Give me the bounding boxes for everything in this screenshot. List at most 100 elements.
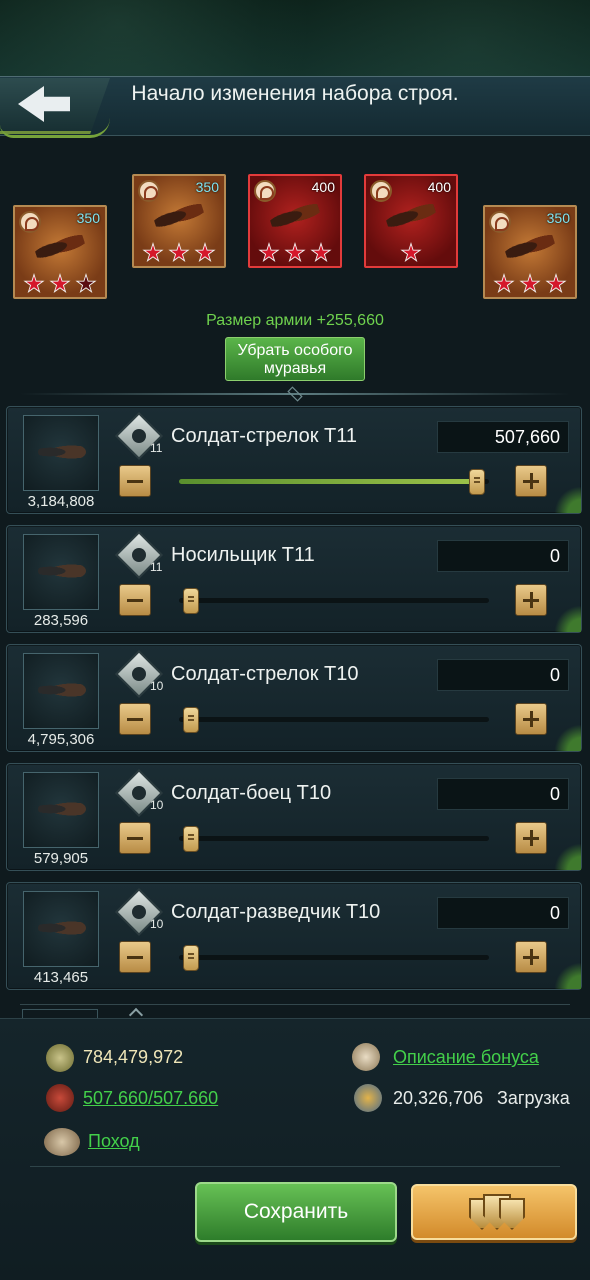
special-ant-card-5[interactable]: 350 <box>483 205 577 299</box>
quantity-slider[interactable] <box>179 707 489 733</box>
formation-button[interactable] <box>411 1184 577 1240</box>
star-icon <box>194 242 216 263</box>
star-icon <box>284 242 306 263</box>
quantity-input[interactable]: 0 <box>437 540 569 572</box>
ant-type-badge-icon <box>370 180 392 202</box>
army-size-label: Размер армии +255,660 <box>206 312 384 329</box>
special-ant-level: 400 <box>427 179 451 195</box>
star-icon <box>545 273 567 294</box>
special-ant-card-2[interactable]: 350 <box>132 174 226 268</box>
star-rating <box>15 273 105 295</box>
bonus-description-link[interactable]: Описание бонуса <box>393 1047 539 1068</box>
star-rating <box>366 242 456 264</box>
ant-type-badge-icon <box>489 211 511 233</box>
power-value: 784,479,972 <box>83 1047 184 1067</box>
load-bug-icon <box>354 1084 382 1112</box>
special-ant-level: 350 <box>195 179 219 195</box>
troop-owned-count: 4,795,306 <box>27 731 95 748</box>
march-link[interactable]: Поход <box>88 1131 140 1152</box>
quantity-input[interactable]: 0 <box>437 659 569 691</box>
increase-button[interactable] <box>515 822 547 854</box>
star-icon <box>519 273 541 294</box>
troop-row: 579,905 10 Солдат-боец T10 0 <box>6 763 582 871</box>
remove-special-ant-button[interactable]: Убрать особого муравья <box>225 337 365 381</box>
star-rating <box>134 242 224 264</box>
slider-thumb[interactable] <box>183 826 199 852</box>
troop-name: Солдат-разведчик T10 <box>171 901 381 923</box>
ant-icon <box>46 1084 74 1112</box>
shield-icon <box>499 1198 525 1230</box>
troop-tier: 11 <box>150 560 163 574</box>
troop-owned-count: 413,465 <box>33 969 89 986</box>
slider-fill <box>179 479 477 484</box>
crossed-swords-icon <box>46 1044 74 1072</box>
star-rating <box>485 273 575 295</box>
troop-row: 3,184,808 11 Солдат-стрелок T11 507,660 <box>6 406 582 514</box>
increase-button[interactable] <box>515 465 547 497</box>
vine-decoration <box>0 118 110 138</box>
special-ant-level: 350 <box>546 210 570 226</box>
troop-tier: 10 <box>150 679 164 693</box>
star-icon <box>23 273 45 294</box>
troop-tier: 11 <box>150 441 163 455</box>
divider <box>30 1166 560 1167</box>
divider-ornament-icon <box>287 386 303 402</box>
star-icon <box>49 273 71 294</box>
troop-row: 413,465 10 Солдат-разведчик T10 0 <box>6 882 582 990</box>
troops-count-link[interactable]: 507.660/507.660 <box>83 1088 218 1109</box>
decrease-button[interactable] <box>119 584 151 616</box>
decrease-button[interactable] <box>119 822 151 854</box>
increase-button[interactable] <box>515 584 547 616</box>
special-ant-card-4[interactable]: 400 <box>364 174 458 268</box>
slider-thumb[interactable] <box>183 588 199 614</box>
troop-name: Солдат-стрелок T11 <box>171 425 358 447</box>
troop-owned-count: 579,905 <box>33 850 89 867</box>
special-ant-level: 400 <box>311 179 335 195</box>
list-scroll-edge <box>20 1004 570 1019</box>
quantity-input[interactable]: 507,660 <box>437 421 569 453</box>
star-empty-icon <box>75 273 97 294</box>
load-value: 20,326,706 <box>393 1088 484 1108</box>
page-title: Начало изменения набора строя. <box>131 82 459 105</box>
quantity-slider[interactable] <box>179 826 489 852</box>
troop-image <box>23 534 99 610</box>
increase-button[interactable] <box>515 941 547 973</box>
special-ant-level: 350 <box>76 210 100 226</box>
decrease-button[interactable] <box>119 703 151 735</box>
troop-name: Солдат-боец T10 <box>171 782 332 804</box>
snail-icon <box>44 1128 80 1156</box>
slider-thumb[interactable] <box>469 469 485 495</box>
save-button[interactable]: Сохранить <box>195 1182 397 1242</box>
special-ant-card-3[interactable]: 400 <box>248 174 342 268</box>
troop-row: 4,795,306 10 Солдат-стрелок T10 0 <box>6 644 582 752</box>
special-ant-card-1[interactable]: 350 <box>13 205 107 299</box>
star-icon <box>400 242 422 263</box>
decrease-button[interactable] <box>119 941 151 973</box>
troop-image <box>23 772 99 848</box>
fighter-ant-icon <box>38 799 86 819</box>
quantity-slider[interactable] <box>179 945 489 971</box>
troop-owned-count: 3,184,808 <box>27 493 95 510</box>
troop-name: Солдат-стрелок T10 <box>171 663 359 685</box>
quantity-input[interactable]: 0 <box>437 778 569 810</box>
scorpion-ant-icon <box>32 227 88 266</box>
scout-ant-icon <box>38 918 86 938</box>
troop-image <box>23 415 99 491</box>
troop-tier: 10 <box>150 917 164 931</box>
star-icon <box>142 242 164 263</box>
decrease-button[interactable] <box>119 465 151 497</box>
shooter-ant-icon <box>38 680 86 700</box>
ant-type-badge-icon <box>138 180 160 202</box>
increase-button[interactable] <box>515 703 547 735</box>
quantity-input[interactable]: 0 <box>437 897 569 929</box>
star-icon <box>493 273 515 294</box>
top-background <box>0 0 590 78</box>
slider-thumb[interactable] <box>183 707 199 733</box>
quantity-slider[interactable] <box>179 469 489 495</box>
troop-image <box>23 891 99 967</box>
bar-chart-icon <box>352 1043 380 1071</box>
troop-tier: 10 <box>150 798 164 812</box>
star-icon <box>168 242 190 263</box>
quantity-slider[interactable] <box>179 588 489 614</box>
slider-thumb[interactable] <box>183 945 199 971</box>
